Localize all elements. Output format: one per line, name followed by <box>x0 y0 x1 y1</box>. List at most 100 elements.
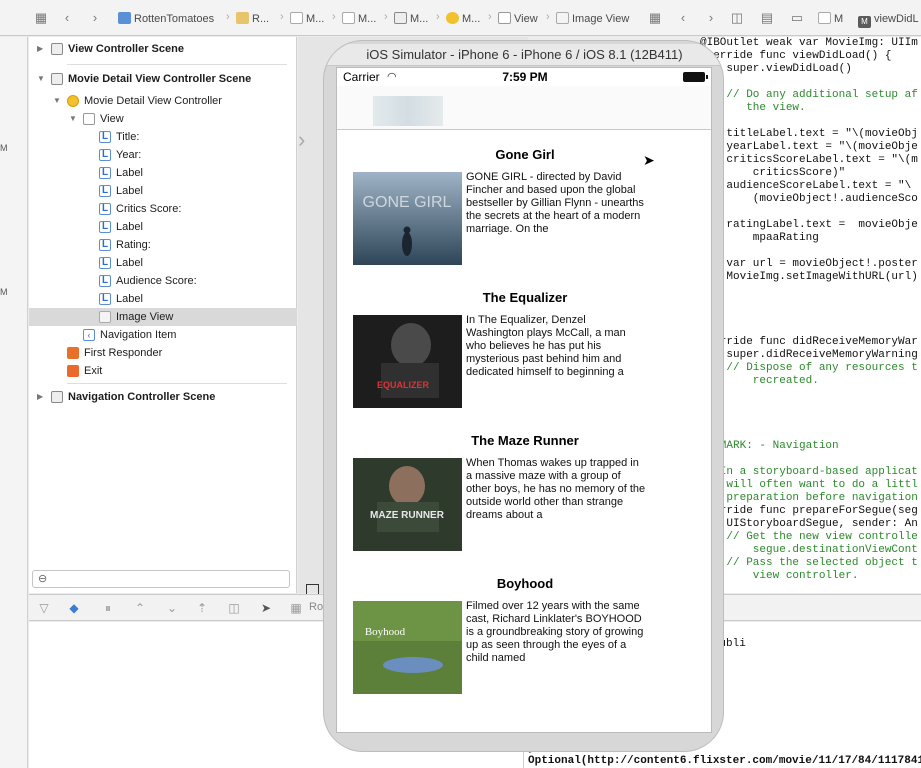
hide-debug-icon[interactable]: ▽ <box>37 601 51 615</box>
poster-title-text: GONE GIRL <box>363 194 452 211</box>
disclosure-down-icon[interactable]: ▼ <box>53 92 61 110</box>
code-line: (movieObject!.audienceSco <box>700 193 918 205</box>
clock-label: 7:59 PM <box>502 70 548 84</box>
mouse-cursor-icon: ➤ <box>643 152 655 168</box>
view-hierarchy-icon[interactable]: ◫ <box>227 601 241 615</box>
project-icon <box>118 12 131 24</box>
outline-row-label[interactable]: L Label <box>29 182 297 200</box>
view-icon <box>83 113 95 125</box>
file-icon[interactable]: ▤ <box>760 11 774 25</box>
pause-icon[interactable]: ⏸ <box>101 601 115 615</box>
disclosure-right-icon[interactable]: ▶ <box>37 388 43 406</box>
step-out-icon[interactable]: ⇡ <box>195 601 209 615</box>
location-icon[interactable]: ➤ <box>259 601 273 615</box>
code-line: @IBOutlet weak var MovieImg: UIIm <box>700 37 918 49</box>
movie-cell[interactable]: Boyhood Boyhood Filmed over 12 years wit… <box>337 576 711 719</box>
navbar-image <box>373 96 443 126</box>
breadcrumb-image-view[interactable]: Image View <box>556 11 629 27</box>
method-icon: M <box>858 16 871 28</box>
step-into-icon[interactable]: ⌄ <box>165 601 179 615</box>
split-editor-icon[interactable]: ◫ <box>730 11 744 25</box>
code-line: segue.destinationViewCont <box>700 544 918 556</box>
disclosure-chevron-icon: › <box>710 634 711 650</box>
poster-title-text: MAZE RUNNER <box>370 510 445 521</box>
outline-row-view-controller-scene[interactable]: ▶ View Controller Scene <box>29 40 297 58</box>
outline-row-navigation-controller-scene[interactable]: ▶ Navigation Controller Scene <box>29 388 297 406</box>
ios-simulator-window: iOS Simulator - iPhone 6 - iPhone 6 / iO… <box>323 40 724 752</box>
back-arrow-icon[interactable]: ‹ <box>60 11 74 25</box>
outline-row-label[interactable]: L Label <box>29 164 297 182</box>
breadcrumb-folder[interactable]: R... <box>236 11 269 27</box>
outline-filter-field[interactable]: ⊖ <box>32 570 290 588</box>
outline-row-label[interactable]: L Label <box>29 218 297 236</box>
interface-icon[interactable]: ▭ <box>790 11 804 25</box>
label-icon: L <box>99 185 111 197</box>
forward-arrow-icon[interactable]: › <box>88 11 102 25</box>
outline-row-label[interactable]: L Year: <box>29 146 297 164</box>
code-line: // Dispose of any resources t <box>700 362 918 374</box>
grid-icon-right[interactable]: ▦ <box>648 11 662 25</box>
outline-row-movie-detail-scene[interactable]: ▼ Movie Detail View Controller Scene <box>29 70 297 88</box>
breadcrumb-scene[interactable]: M... <box>394 11 428 27</box>
code-line: audienceScoreLabel.text = "\ <box>700 180 912 192</box>
image-view-icon <box>99 311 111 323</box>
outline-row-first-responder[interactable]: First Responder <box>29 344 297 362</box>
grid-icon[interactable]: ▦ <box>34 11 48 25</box>
navigation-item-icon: ‹ <box>83 329 95 341</box>
code-line: titleLabel.text = "\(movieObj <box>700 128 918 140</box>
code-line: // Do any additional setup af <box>700 89 918 101</box>
movie-cell[interactable]: The Maze Runner MAZE RUNNER When Thomas … <box>337 433 711 576</box>
disclosure-right-icon[interactable]: ▶ <box>37 40 43 58</box>
breadcrumb-view[interactable]: View <box>498 11 538 27</box>
outline-row-movie-detail-vc[interactable]: ▼ Movie Detail View Controller <box>29 92 297 110</box>
movie-title: Gone Girl <box>495 147 555 162</box>
code-line: // In a storyboard-based applicat <box>700 466 918 478</box>
movie-poster: Boyhood <box>353 601 462 694</box>
code-editor[interactable]: @IBOutlet weak var MovieImg: UIIm overrid… <box>700 37 921 593</box>
outline-row-label[interactable]: L Critics Score: <box>29 200 297 218</box>
breadcrumb-controller[interactable]: M... <box>446 11 480 27</box>
disclosure-chevron-icon: › <box>710 205 711 221</box>
navigation-bar <box>337 86 711 130</box>
outline-row-exit[interactable]: Exit <box>29 362 297 380</box>
gutter-marker: M <box>0 287 8 297</box>
label-icon: L <box>99 131 111 143</box>
code-line: criticsScoreLabel.text = "\(m <box>700 154 918 166</box>
outline-row-label[interactable]: L Title: <box>29 128 297 146</box>
disclosure-down-icon[interactable]: ▼ <box>69 110 77 128</box>
outline-row-label[interactable]: L Audience Score: <box>29 272 297 290</box>
breadcrumb-method[interactable]: MviewDidL <box>858 11 919 28</box>
outline-row-label[interactable]: L Rating: <box>29 236 297 254</box>
outline-row-navigation-item[interactable]: ‹ Navigation Item <box>29 326 297 344</box>
outline-row-label[interactable]: L Label <box>29 290 297 308</box>
scene-icon <box>394 12 407 24</box>
label-icon: L <box>99 149 111 161</box>
code-line: UIStoryboardSegue, sender: An <box>700 518 918 530</box>
step-over-icon[interactable]: ⌃ <box>133 601 147 615</box>
outline-row-image-view[interactable]: Image View <box>29 308 297 326</box>
disclosure-chevron-icon: › <box>710 348 711 364</box>
movie-synopsis: GONE GIRL - directed by David Fincher an… <box>466 171 644 235</box>
disclosure-down-icon[interactable]: ▼ <box>37 70 45 88</box>
breadcrumb-project[interactable]: RottenTomatoes <box>118 11 214 27</box>
back-arrow-icon-right[interactable]: ‹ <box>676 11 690 25</box>
movie-title: The Maze Runner <box>471 433 579 448</box>
breadcrumb-m[interactable]: M <box>818 11 843 27</box>
code-line: super.didReceiveMemoryWarning <box>700 349 918 361</box>
movie-poster: MAZE RUNNER <box>353 458 462 551</box>
outline-row-view[interactable]: ▼ View <box>29 110 297 128</box>
breadcrumb-file-2[interactable]: M... <box>342 11 376 27</box>
breadcrumb-file-1[interactable]: M... <box>290 11 324 27</box>
movie-cell[interactable]: The Equalizer EQUALIZER In The Equalizer… <box>337 290 711 433</box>
label-icon: L <box>99 167 111 179</box>
breakpoints-icon[interactable]: ◆ <box>67 601 81 615</box>
code-line: // Get the new view controlle <box>700 531 918 543</box>
label-icon: L <box>99 221 111 233</box>
movie-synopsis: In The Equalizer, Denzel Washington play… <box>466 314 626 378</box>
outline-row-label[interactable]: L Label <box>29 254 297 272</box>
scene-icon <box>51 391 63 403</box>
target-icon[interactable]: ▦ <box>289 601 303 615</box>
movie-cell[interactable]: Gone Girl GONE GIRL GONE GIRL - directed… <box>337 147 711 290</box>
device-screen[interactable]: Carrier ◠ 7:59 PM Gone Girl GONE GIRL GO… <box>336 67 712 733</box>
forward-arrow-icon-right[interactable]: › <box>704 11 718 25</box>
